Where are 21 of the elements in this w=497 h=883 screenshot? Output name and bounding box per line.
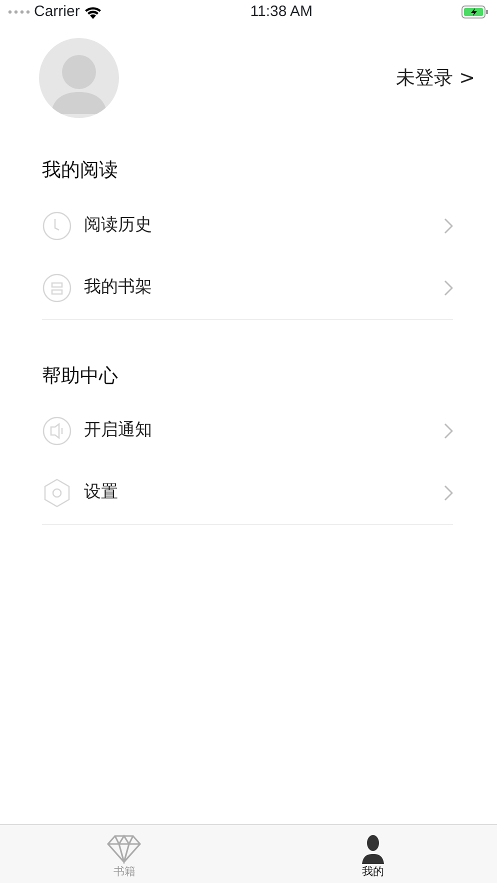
speaker-icon bbox=[42, 416, 72, 446]
login-link[interactable]: 未登录 > bbox=[396, 64, 475, 92]
wifi-icon bbox=[84, 6, 102, 18]
menu-item[interactable]: 我的书架 bbox=[42, 256, 453, 318]
section-title: 我的阅读 bbox=[42, 158, 119, 183]
chevron-icon bbox=[444, 280, 453, 296]
chevron-icon bbox=[444, 423, 453, 439]
chevron-icon bbox=[444, 218, 453, 234]
status-time: 11:38 AM bbox=[250, 2, 313, 22]
tab-item[interactable]: 我的 bbox=[248, 825, 497, 883]
menu-item[interactable]: 阅读历史 bbox=[42, 194, 453, 256]
carrier-label: Carrier bbox=[34, 2, 80, 22]
shelf-icon bbox=[42, 272, 72, 302]
menu-item[interactable]: 设置 bbox=[42, 462, 453, 524]
signal-icon bbox=[8, 10, 30, 14]
diamond-icon bbox=[106, 834, 142, 864]
chevron-icon bbox=[444, 485, 453, 501]
hexagon-icon bbox=[42, 478, 72, 508]
menu-item[interactable]: 开启通知 bbox=[42, 400, 453, 462]
section-title: 帮助中心 bbox=[42, 364, 119, 388]
clock-icon bbox=[42, 210, 72, 240]
